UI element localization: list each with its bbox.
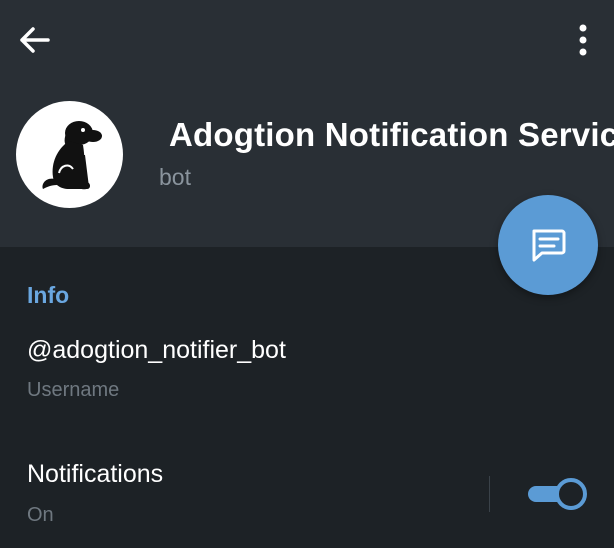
toggle-knob <box>555 478 587 510</box>
username-label: Username <box>27 379 120 401</box>
message-icon <box>532 229 566 262</box>
arrow-left-icon <box>20 27 50 53</box>
notifications-toggle[interactable] <box>528 476 588 512</box>
more-options-button[interactable] <box>568 20 598 60</box>
notifications-status: On <box>27 504 54 526</box>
back-button[interactable] <box>14 22 54 58</box>
profile-subtitle: bot <box>159 164 191 190</box>
notifications-row[interactable]: Notifications On <box>0 448 614 548</box>
avatar[interactable] <box>16 101 123 208</box>
dog-silhouette-icon <box>42 120 102 189</box>
info-section-title: Info <box>27 282 70 308</box>
profile-title: Adogtion Notification Service <box>169 116 614 153</box>
more-vertical-icon <box>579 24 587 56</box>
send-message-button[interactable] <box>498 195 598 295</box>
notifications-title: Notifications <box>27 460 164 488</box>
divider <box>489 476 490 512</box>
username-value[interactable]: @adogtion_notifier_bot <box>27 336 286 365</box>
